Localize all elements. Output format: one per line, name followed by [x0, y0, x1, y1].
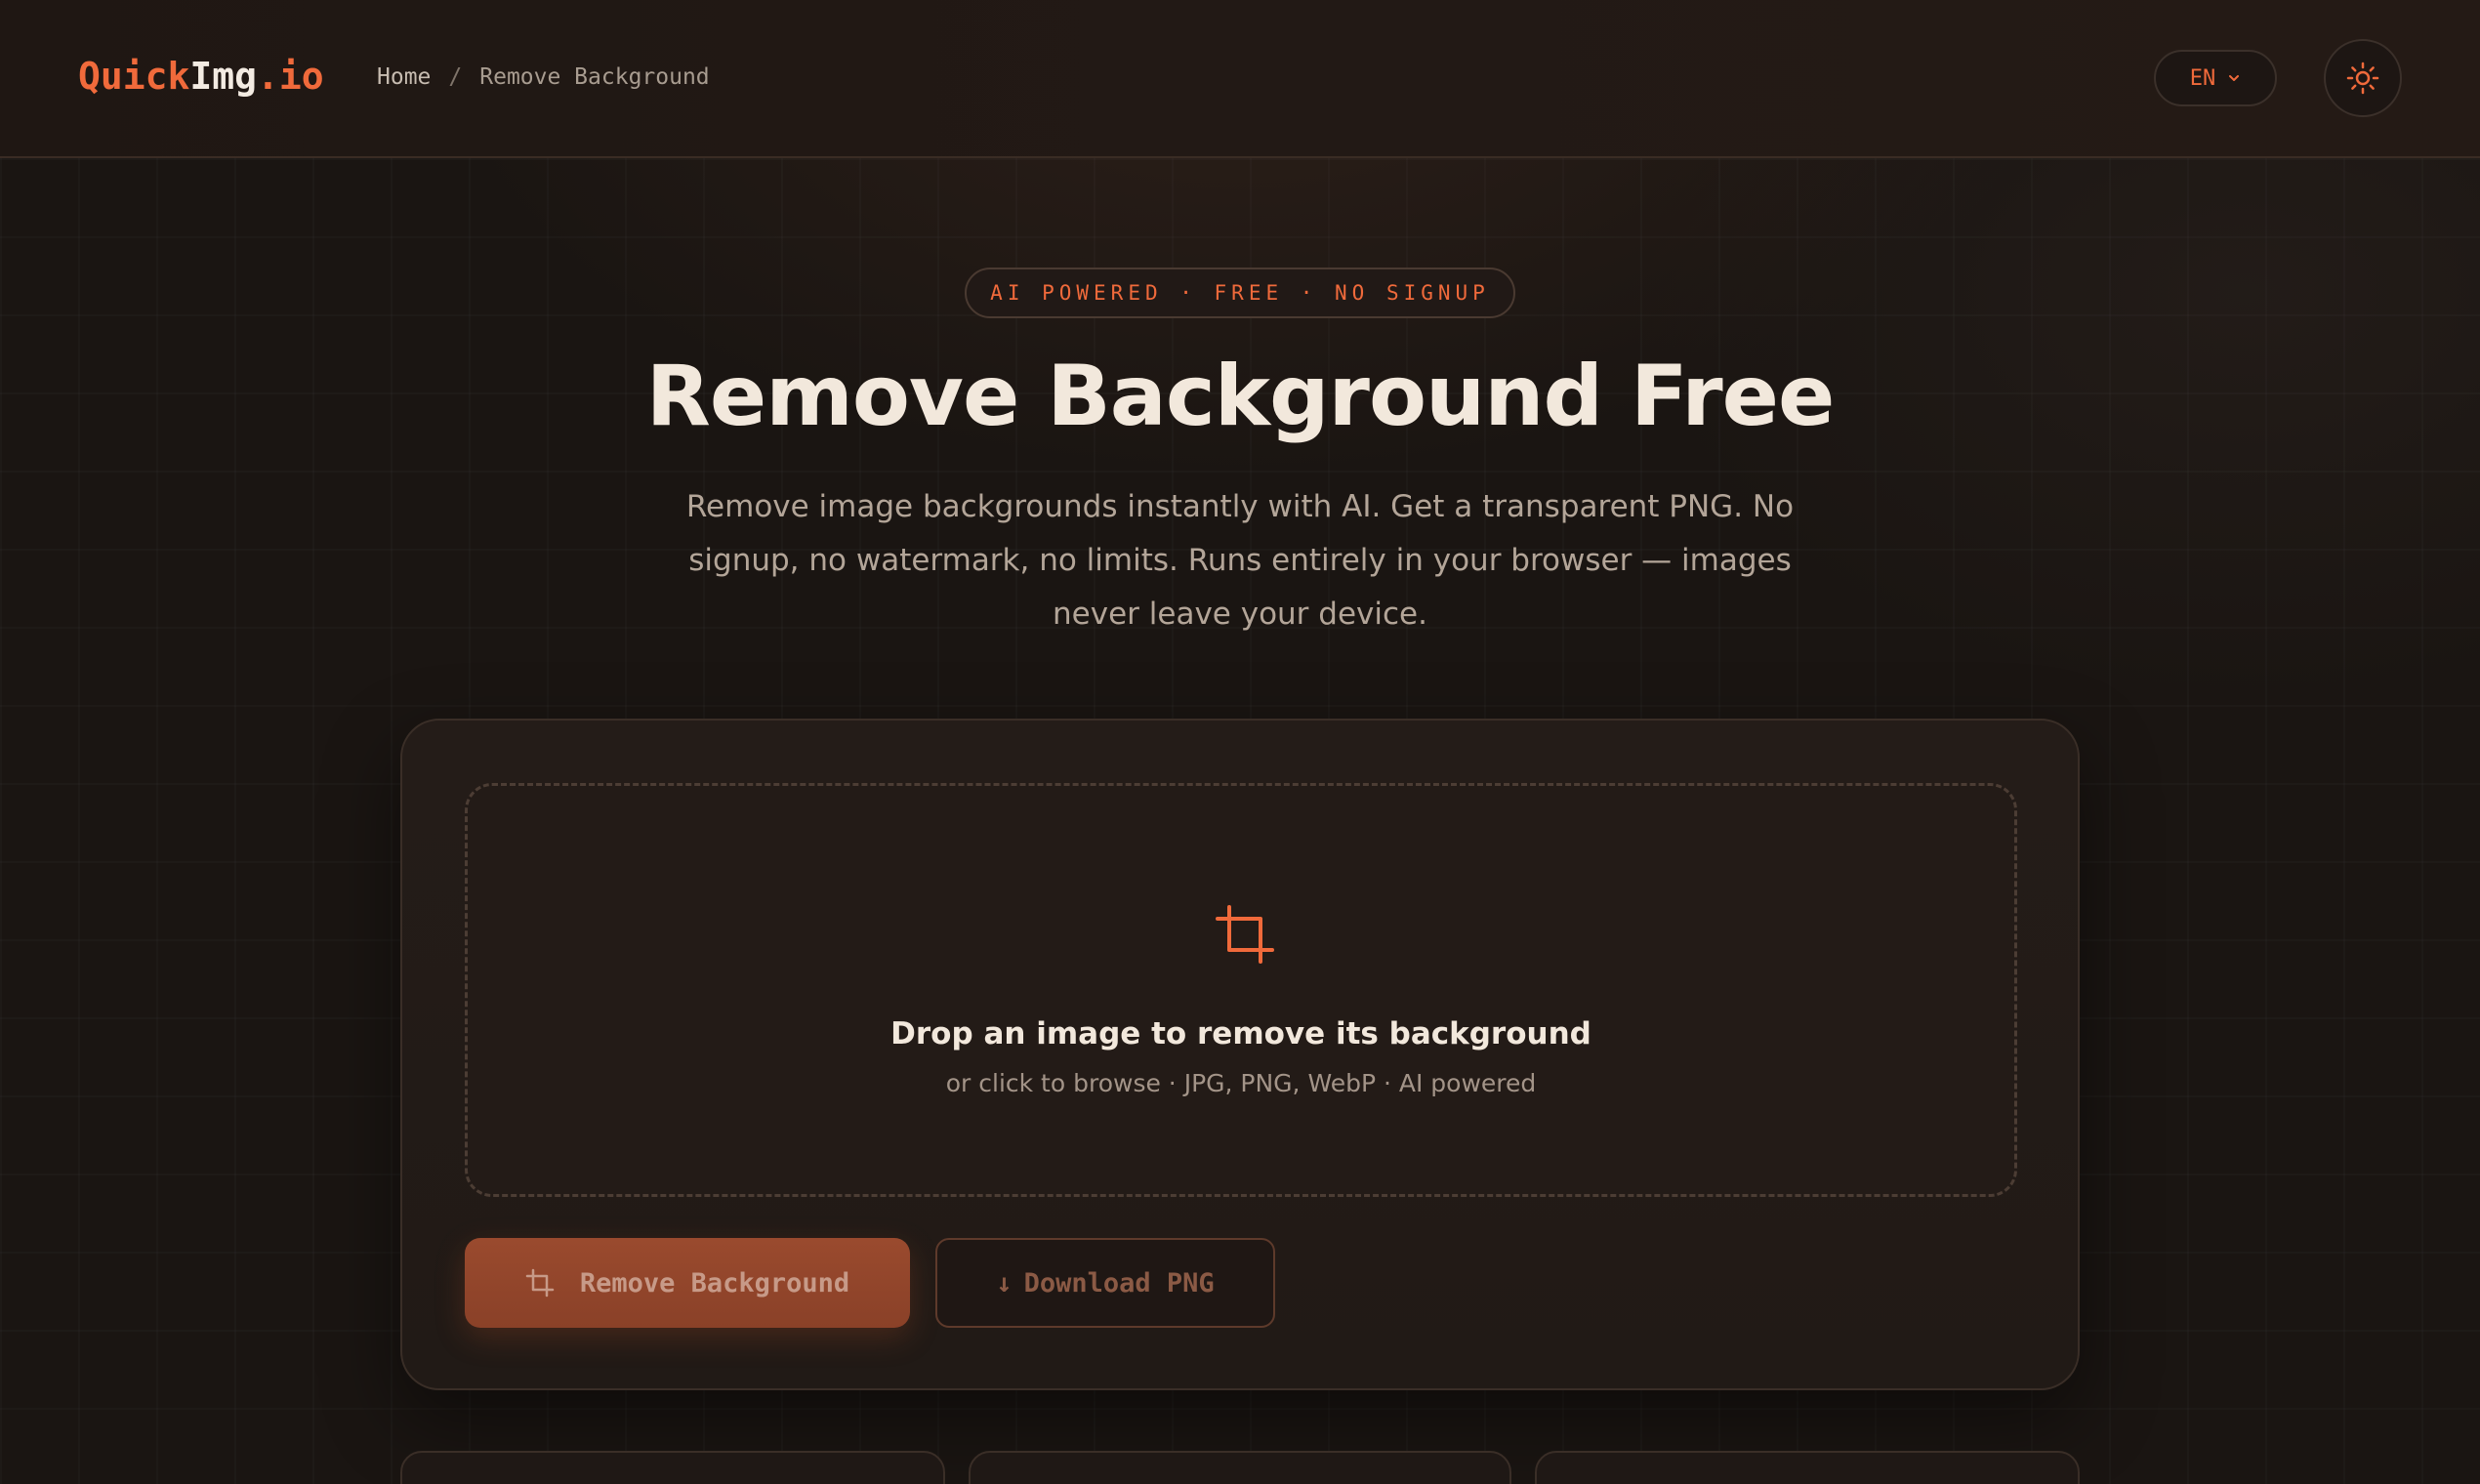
download-arrow-icon: ↓: [996, 1267, 1013, 1298]
top-header: Quick Img .io Home / Remove Background EN: [0, 0, 2480, 158]
dropzone-subtitle: or click to browse · JPG, PNG, WebP · AI…: [945, 1069, 1537, 1097]
page-subtitle: Remove image backgrounds instantly with …: [685, 489, 1795, 632]
breadcrumb-current: Remove Background: [479, 64, 710, 90]
tool-card: Drop an image to remove its background o…: [400, 719, 2080, 1390]
language-label: EN: [2189, 65, 2216, 91]
sun-icon: [2346, 62, 2379, 95]
crop-icon: [525, 1268, 555, 1298]
site-logo[interactable]: Quick Img .io: [78, 55, 324, 98]
feature-card: [1535, 1451, 2080, 1484]
feature-badge: AI POWERED · FREE · NO SIGNUP: [965, 268, 1515, 318]
logo-part-img: Img: [189, 55, 258, 98]
remove-background-label: Remove Background: [579, 1267, 850, 1298]
feature-card: [969, 1451, 1511, 1484]
dropzone-title: Drop an image to remove its background: [890, 1016, 1591, 1051]
language-selector[interactable]: EN: [2154, 50, 2277, 106]
page-title: Remove Background Free: [645, 348, 1836, 445]
chevron-down-icon: [2229, 75, 2240, 81]
theme-toggle-button[interactable]: [2324, 39, 2402, 117]
download-png-label: Download PNG: [1023, 1267, 1215, 1298]
breadcrumb-home-link[interactable]: Home: [377, 64, 431, 90]
image-dropzone[interactable]: Drop an image to remove its background o…: [465, 783, 2017, 1197]
download-png-button[interactable]: ↓ Download PNG: [935, 1238, 1275, 1328]
remove-background-button[interactable]: Remove Background: [465, 1238, 910, 1328]
logo-part-quick: Quick: [78, 55, 190, 98]
breadcrumb-separator: /: [448, 64, 463, 90]
crop-icon: [1216, 905, 1274, 964]
feature-card: [400, 1451, 945, 1484]
logo-part-io: .io: [257, 55, 324, 98]
breadcrumb: Home / Remove Background: [377, 64, 710, 90]
